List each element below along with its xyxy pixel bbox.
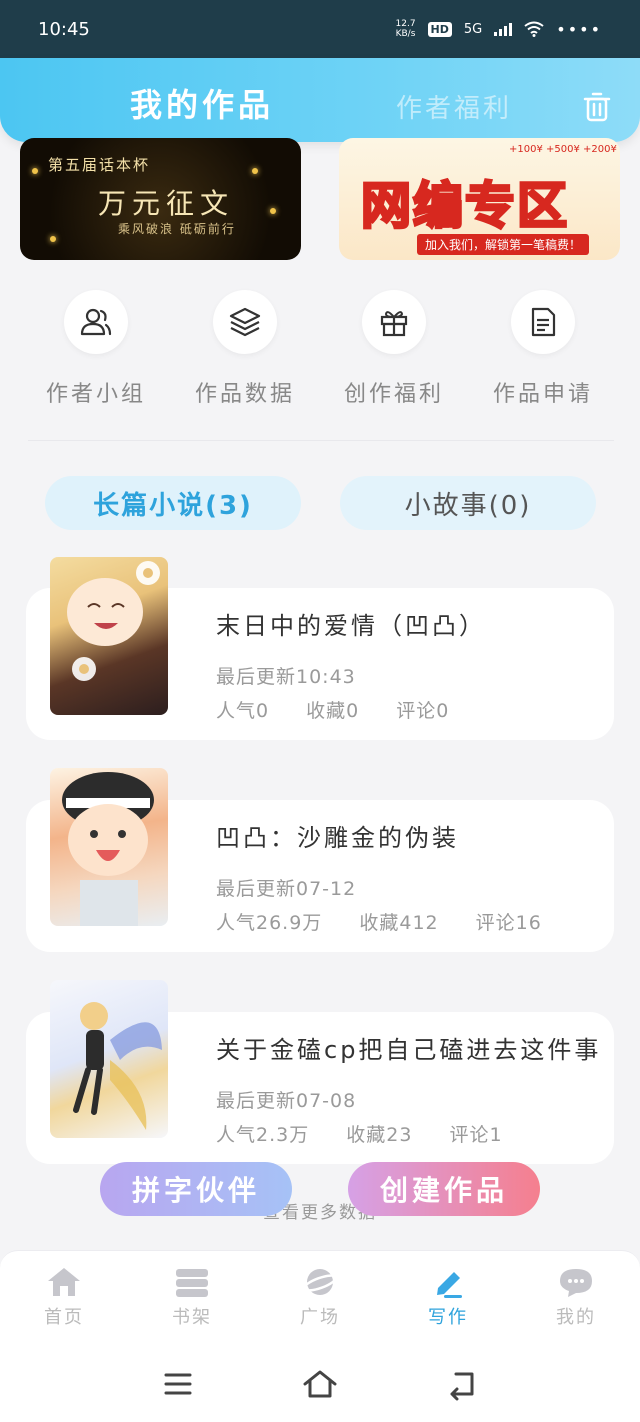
- tab-long-novel[interactable]: 长篇小说(3): [45, 476, 301, 530]
- page-title[interactable]: 我的作品: [130, 80, 274, 126]
- tab-author-welfare[interactable]: 作者福利: [396, 88, 512, 125]
- work-cover[interactable]: [50, 557, 168, 715]
- quick-work-application[interactable]: 作品申请: [478, 290, 608, 408]
- nav-write[interactable]: 写作: [384, 1251, 512, 1346]
- work-title: 末日中的爱情（凹凸）: [216, 612, 486, 640]
- nav-home[interactable]: 首页: [0, 1251, 128, 1346]
- banner-money: +100¥ +500¥ +200¥: [509, 144, 617, 155]
- pen-icon: [437, 1272, 462, 1298]
- banner-contest-line2: 万元征文: [98, 187, 235, 220]
- divider: [28, 440, 614, 441]
- quick-author-group[interactable]: 作者小组: [31, 290, 161, 408]
- work-updated: 最后更新10:43: [216, 666, 356, 688]
- quick-work-data[interactable]: 作品数据: [180, 290, 310, 408]
- wifi-icon: [524, 21, 544, 37]
- planet-icon: [302, 1269, 338, 1295]
- back-icon[interactable]: [442, 1366, 482, 1402]
- signal-icon: [494, 22, 513, 36]
- nav-square[interactable]: 广场: [256, 1251, 384, 1346]
- work-popularity: 人气2.3万: [216, 1124, 310, 1146]
- cover-illustration: [62, 772, 154, 926]
- layers-icon: [229, 307, 261, 337]
- editor-zone-banner[interactable]: +100¥ +500¥ +200¥ 网编专区 加入我们，解锁第一笔稿费！: [339, 138, 620, 260]
- quick-creation-welfare[interactable]: 创作福利: [329, 290, 459, 408]
- document-icon: [531, 307, 556, 337]
- banner-editor-main: 网编专区: [360, 176, 569, 237]
- group-icon: [80, 308, 112, 336]
- work-title: 凹凸：沙雕金的伪装: [216, 824, 459, 852]
- app-header: 我的作品 作者福利: [0, 58, 640, 142]
- work-comments: 评论1: [449, 1124, 503, 1146]
- banner-editor-sub: 加入我们，解锁第一笔稿费！: [417, 234, 590, 255]
- work-title: 关于金磕cp把自己磕进去这件事: [216, 1036, 602, 1064]
- quick-label: 作者小组: [45, 382, 146, 407]
- nav-label: 我的: [556, 1307, 596, 1328]
- cover-illustration: [73, 1002, 162, 1130]
- create-work-button[interactable]: 创建作品: [348, 1162, 540, 1216]
- nav-label: 写作: [428, 1307, 468, 1328]
- work-favorites: 收藏0: [306, 700, 360, 722]
- bottom-nav: 首页 书架 广场 写作 我的: [0, 1250, 640, 1346]
- work-favorites: 收藏23: [346, 1124, 413, 1146]
- load-more-text[interactable]: 查看更多数据: [0, 1198, 640, 1223]
- work-comments: 评论16: [475, 912, 542, 934]
- status-time: 10:45: [38, 18, 90, 40]
- tab-short-story[interactable]: 小故事(0): [340, 476, 596, 530]
- menu-icon[interactable]: [158, 1366, 198, 1402]
- nav-mine[interactable]: 我的: [512, 1251, 640, 1346]
- bookshelf-icon: [176, 1269, 208, 1297]
- work-popularity: 人气26.9万: [216, 912, 323, 934]
- nav-label: 广场: [300, 1307, 340, 1328]
- quick-label: 作品申请: [492, 382, 593, 407]
- home-icon: [48, 1268, 80, 1296]
- nav-label: 首页: [44, 1307, 84, 1328]
- gift-icon: [380, 311, 408, 337]
- work-favorites: 收藏412: [359, 912, 439, 934]
- network-label: 5G: [463, 21, 483, 37]
- hd-badge: HD: [427, 21, 452, 37]
- banner-contest-line3: 乘风破浪 砥砺前行: [118, 222, 236, 236]
- work-updated: 最后更新07-12: [216, 878, 357, 900]
- work-cover[interactable]: [50, 980, 168, 1138]
- cover-illustration: [67, 561, 160, 681]
- home-nav-icon[interactable]: [300, 1366, 340, 1402]
- partner-button[interactable]: 拼字伙伴: [100, 1162, 292, 1216]
- quick-label: 作品数据: [194, 382, 295, 407]
- work-comments: 评论0: [396, 700, 450, 722]
- contest-banner[interactable]: 第五届话本杯 万元征文 乘风破浪 砥砺前行: [20, 138, 301, 260]
- nav-label: 书架: [172, 1307, 212, 1328]
- net-speed: 12.7 KB/s: [395, 19, 416, 39]
- nav-bookshelf[interactable]: 书架: [128, 1251, 256, 1346]
- status-bar: 10:45 12.7 KB/s HD 5G ••••: [0, 0, 640, 58]
- chat-bubble-icon: [560, 1269, 592, 1297]
- work-cover[interactable]: [50, 768, 168, 926]
- work-popularity: 人气0: [216, 700, 270, 722]
- banner-contest-line1: 第五届话本杯: [48, 156, 151, 174]
- system-nav-bar: [0, 1346, 640, 1422]
- more-dots: ••••: [556, 19, 602, 39]
- trash-icon[interactable]: [580, 90, 614, 124]
- quick-label: 创作福利: [343, 382, 444, 407]
- work-updated: 最后更新07-08: [216, 1090, 357, 1112]
